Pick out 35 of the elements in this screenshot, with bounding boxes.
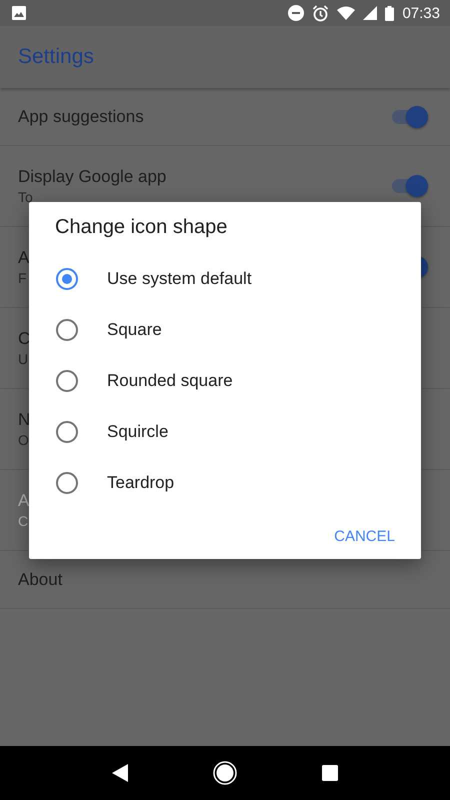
setting-title: Display Google app [18,167,166,187]
setting-title: A [18,491,30,511]
setting-title: About [18,570,62,590]
battery-icon [385,6,394,20]
setting-subtitle: To [18,189,33,205]
option-label[interactable]: Use system default [107,268,252,288]
radio-button[interactable] [56,420,78,442]
toolbar-title: Settings [18,45,94,69]
home-icon[interactable] [212,761,237,785]
recents-icon[interactable] [322,765,338,781]
option-label[interactable]: Square [107,320,162,340]
wifi-icon [337,6,356,20]
image-icon [12,6,26,20]
setting-title: App suggestions [18,106,144,126]
setting-subtitle: O [18,432,29,448]
setting-title: A [18,248,30,268]
setting-title: N [18,410,30,430]
setting-subtitle: C [18,513,28,529]
setting-subtitle: U [18,351,28,367]
setting-subtitle: F [18,270,27,286]
radio-button[interactable] [56,370,78,392]
do-not-disturb-icon [288,5,304,21]
option-label[interactable]: Teardrop [107,472,174,492]
signal-icon [363,6,378,20]
radio-button[interactable] [56,268,78,290]
setting-title: C [18,329,30,349]
radio-button[interactable] [56,318,78,340]
dialog-title: Change icon shape [54,216,228,239]
radio-button[interactable] [56,472,78,494]
cancel-button[interactable]: CANCEL [334,524,395,549]
back-icon[interactable] [112,764,128,782]
option-label[interactable]: Squircle [107,422,168,442]
clock-time: 07:33 [402,4,440,22]
option-label[interactable]: Rounded square [107,370,233,390]
alarm-icon [312,4,330,22]
